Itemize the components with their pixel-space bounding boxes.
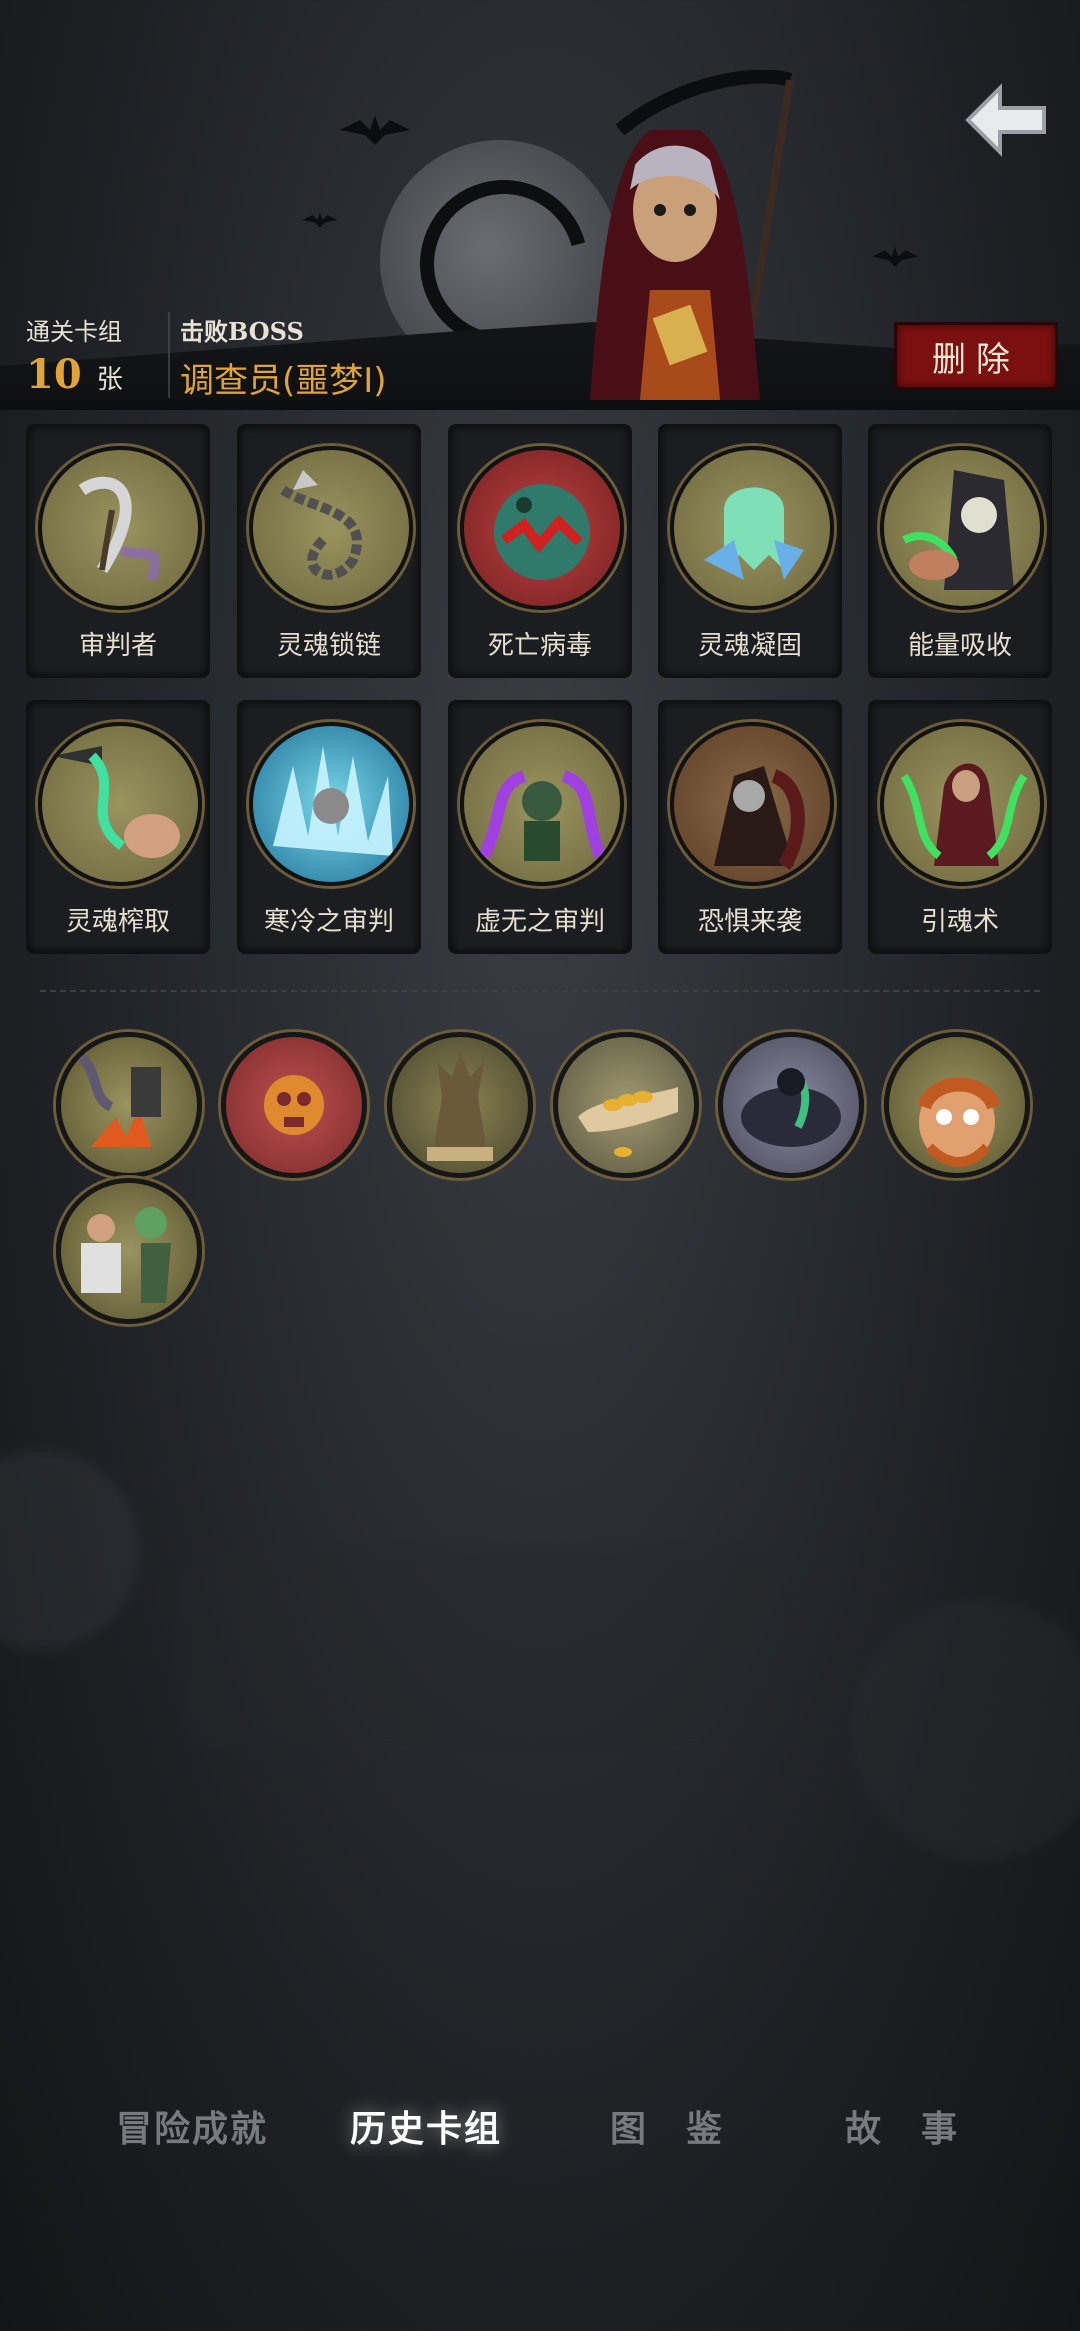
virus-icon — [460, 446, 624, 610]
statue-icon[interactable] — [387, 1032, 533, 1178]
card-label: 灵魂榨取 — [65, 907, 170, 937]
summon-icon — [880, 722, 1044, 886]
card-label: 死亡病毒 — [487, 631, 592, 661]
card-item[interactable]: 虚无之审判 — [450, 702, 630, 952]
card-label: 引魂术 — [920, 907, 999, 937]
chain-icon — [249, 446, 413, 610]
card-item[interactable]: 死亡病毒 — [450, 426, 630, 676]
boss-label: 击败BOSS — [180, 317, 304, 346]
void-icon — [460, 722, 624, 886]
ghost-icon — [670, 446, 834, 610]
tab-achievements[interactable]: 冒险成就 — [116, 2100, 268, 2152]
section-divider — [40, 990, 1040, 992]
card-item[interactable]: 寒冷之审判 — [239, 702, 419, 952]
soul-drain-icon — [38, 722, 202, 886]
ice-icon — [249, 722, 413, 886]
background-shape — [180, 1550, 780, 1750]
back-button[interactable] — [960, 80, 1050, 160]
card-item[interactable]: 恐惧来袭 — [660, 702, 840, 952]
bat-icon — [340, 115, 410, 145]
cleared-deck-unit: 张 — [96, 365, 123, 395]
card-label: 审判者 — [78, 631, 157, 661]
delete-button[interactable]: 删除 — [894, 322, 1058, 390]
reaper-character — [590, 70, 794, 401]
bat-icon — [302, 212, 338, 228]
tab-deck-history[interactable]: 历史卡组 — [350, 2100, 502, 2152]
background-cog — [0, 1450, 140, 1650]
gold-coins-icon[interactable] — [553, 1032, 699, 1178]
campfire-icon[interactable] — [56, 1032, 202, 1178]
header-border — [0, 400, 1080, 410]
card-label: 寒冷之审判 — [263, 907, 394, 937]
fear-icon — [670, 722, 834, 886]
card-label: 恐惧来袭 — [697, 907, 802, 937]
card-item[interactable]: 灵魂榨取 — [28, 702, 208, 952]
tab-codex[interactable]: 图 鉴 — [610, 2100, 724, 2152]
scythe-icon — [38, 446, 202, 610]
skull-coin-icon[interactable] — [221, 1032, 367, 1178]
zombie-icon[interactable] — [56, 1178, 202, 1324]
card-label: 灵魂凝固 — [697, 631, 802, 661]
bat-icon — [871, 246, 919, 267]
card-item[interactable]: 引魂术 — [870, 702, 1050, 952]
cleared-deck-label: 通关卡组 — [26, 318, 122, 346]
card-item[interactable]: 灵魂锁链 — [239, 426, 419, 676]
card-item[interactable]: 能量吸收 — [870, 426, 1050, 676]
tab-story[interactable]: 故 事 — [845, 2100, 959, 2152]
card-item[interactable]: 灵魂凝固 — [660, 426, 840, 676]
boss-stat: 击败BOSS 调查员(噩梦Ⅰ) — [180, 312, 387, 402]
background-cog — [850, 1600, 1080, 1860]
cleared-deck-stat: 通关卡组 10 张 — [26, 312, 123, 398]
cleared-deck-count: 10 — [26, 351, 82, 398]
dark-cloud-icon[interactable] — [718, 1032, 864, 1178]
card-item[interactable]: 审判者 — [28, 426, 208, 676]
stat-divider — [168, 312, 170, 398]
deck-header: 通关卡组 10 张 击败BOSS 调查员(噩梦Ⅰ) 删除 — [0, 0, 1080, 420]
scared-man-icon[interactable] — [884, 1032, 1030, 1178]
card-label: 虚无之审判 — [474, 907, 605, 937]
card-label: 能量吸收 — [907, 631, 1012, 661]
card-label: 灵魂锁链 — [276, 631, 381, 661]
boss-name: 调查员(噩梦Ⅰ) — [180, 361, 387, 401]
back-arrow-icon — [965, 83, 1046, 157]
skeleton-icon — [880, 446, 1044, 610]
